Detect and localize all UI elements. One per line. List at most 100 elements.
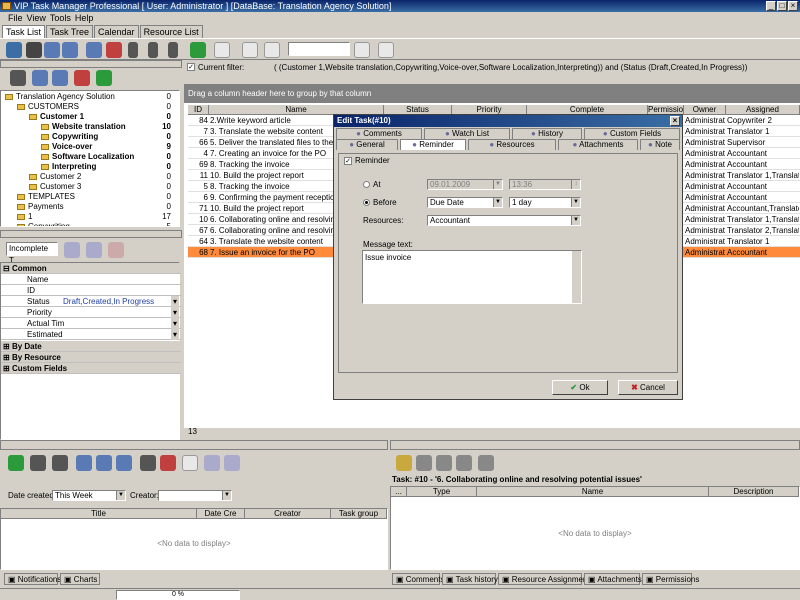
tree-edit-icon[interactable] bbox=[52, 70, 68, 86]
tab-calendar[interactable]: Calendar bbox=[94, 25, 139, 38]
message-textarea[interactable]: Issue invoice bbox=[362, 250, 582, 304]
tree-node[interactable]: Copywriting 0 bbox=[1, 132, 171, 142]
columns-icon[interactable] bbox=[264, 42, 280, 58]
notif-tab[interactable]: ▣ Charts bbox=[60, 573, 100, 585]
prop-group[interactable]: ⊞ By Resource bbox=[1, 352, 181, 363]
detail-add-icon[interactable] bbox=[416, 455, 432, 471]
notif-column-header[interactable]: Title bbox=[1, 509, 197, 519]
detail-search-icon[interactable] bbox=[396, 455, 412, 471]
detail-tab[interactable]: ▣ Permissions bbox=[642, 573, 699, 585]
dialog-tab[interactable]: ● Reminder bbox=[400, 139, 466, 150]
message-scrollbar[interactable] bbox=[572, 251, 581, 303]
tree-filter-icon[interactable] bbox=[10, 70, 26, 86]
assign-icon[interactable] bbox=[86, 42, 102, 58]
dialog-tab[interactable]: ● Resources bbox=[468, 139, 556, 150]
dialog-tab[interactable]: ● Comments bbox=[336, 128, 422, 139]
tree-node[interactable]: Payments 0 bbox=[1, 202, 171, 212]
date-created-select[interactable]: This Week ▼ bbox=[52, 490, 126, 501]
detail-column-header[interactable]: Name bbox=[477, 487, 709, 497]
tab-task-list[interactable]: Task List bbox=[2, 25, 46, 38]
menu-view[interactable]: View bbox=[27, 12, 46, 25]
detail-edit-icon[interactable] bbox=[436, 455, 452, 471]
tree-node[interactable]: Customer 3 0 bbox=[1, 182, 171, 192]
tree-add-icon[interactable] bbox=[32, 70, 48, 86]
move-icon[interactable] bbox=[128, 42, 138, 58]
clear-filter-icon[interactable] bbox=[108, 242, 124, 258]
group-by-area[interactable]: Drag a column header here to group by th… bbox=[184, 84, 800, 103]
before-reference-select[interactable]: Due Date ▼ bbox=[427, 197, 503, 208]
resources-select[interactable]: Accountant ▼ bbox=[427, 215, 581, 226]
export-icon[interactable] bbox=[354, 42, 370, 58]
notif-view-icon[interactable] bbox=[30, 455, 46, 471]
before-radio[interactable]: Before bbox=[363, 198, 397, 208]
minimize-button[interactable]: _ bbox=[766, 1, 776, 11]
dialog-tab[interactable]: ● General bbox=[336, 139, 398, 150]
grid-column-header[interactable]: Owner bbox=[684, 105, 726, 115]
notif-edit-icon[interactable] bbox=[96, 455, 112, 471]
dialog-tab[interactable]: ● Attachments bbox=[558, 139, 638, 150]
detail-tab[interactable]: ▣ Comments bbox=[392, 573, 444, 585]
tab-task-tree[interactable]: Task Tree bbox=[46, 25, 94, 38]
prop-row[interactable]: Estimated ▾ bbox=[1, 329, 181, 340]
refresh-icon[interactable] bbox=[190, 42, 206, 58]
dialog-tab[interactable]: ● Custom Fields bbox=[584, 128, 680, 139]
tree-node[interactable]: Translation Agency Solution 0 bbox=[1, 92, 171, 102]
tree-refresh-icon[interactable] bbox=[96, 70, 112, 86]
prop-group[interactable]: ⊞ Custom Fields bbox=[1, 363, 181, 374]
prop-dropdown-icon[interactable]: ▾ bbox=[171, 296, 179, 307]
dialog-close-button[interactable]: × bbox=[670, 116, 680, 126]
menu-tools[interactable]: Tools bbox=[50, 12, 71, 25]
tree-node[interactable]: CUSTOMERS 0 bbox=[1, 102, 171, 112]
grid-column-header[interactable]: Assigned bbox=[726, 105, 800, 115]
detail-tab[interactable]: ▣ Attachments bbox=[584, 573, 642, 585]
notif-tab[interactable]: ▣ Notifications bbox=[4, 573, 61, 585]
dialog-tab[interactable]: ● Note bbox=[640, 139, 680, 150]
at-date-field[interactable]: 09.01.2009 ▼ bbox=[427, 179, 503, 190]
filter-checkbox[interactable]: ✓ bbox=[187, 63, 195, 71]
prop-dropdown-icon[interactable]: ▾ bbox=[171, 329, 179, 340]
prop-row[interactable]: Name bbox=[1, 274, 181, 285]
notif-delete-icon[interactable] bbox=[160, 455, 176, 471]
task-filter-combo[interactable]: Incomplete T... bbox=[6, 242, 58, 265]
notif-filter2-icon[interactable] bbox=[224, 455, 240, 471]
tree-node[interactable]: Customer 1 0 bbox=[1, 112, 171, 122]
prop-section-common[interactable]: ⊟ Common bbox=[1, 263, 181, 274]
close-button[interactable]: × bbox=[788, 1, 798, 11]
tree-node[interactable]: Customer 2 0 bbox=[1, 172, 171, 182]
delete-view-icon[interactable] bbox=[378, 42, 394, 58]
reminder-checkbox[interactable]: ✓ bbox=[344, 157, 352, 165]
tab-resource-list[interactable]: Resource List bbox=[139, 25, 203, 38]
add-task-icon[interactable] bbox=[6, 42, 22, 58]
grid-column-header[interactable]: ID bbox=[188, 105, 209, 115]
notif-view2-icon[interactable] bbox=[52, 455, 68, 471]
menu-help[interactable]: Help bbox=[75, 12, 94, 25]
view-combo[interactable] bbox=[288, 42, 350, 56]
filter-icon[interactable] bbox=[26, 42, 42, 58]
notif-column-header[interactable]: Creator bbox=[245, 509, 331, 519]
prop-row[interactable]: Priority ▾ bbox=[1, 307, 181, 318]
tree-node[interactable]: Voice-over 9 bbox=[1, 142, 171, 152]
prop-row[interactable]: Status Draft,Created,In Progress ▾ bbox=[1, 296, 181, 307]
dialog-tab[interactable]: ● History bbox=[512, 128, 582, 139]
detail-tab[interactable]: ▣ Resource Assignment bbox=[498, 573, 590, 585]
detail-column-header[interactable]: Description bbox=[709, 487, 799, 497]
prop-row[interactable]: Actual Tim ▾ bbox=[1, 318, 181, 329]
notif-columns-icon[interactable] bbox=[182, 455, 198, 471]
notif-add-icon[interactable] bbox=[76, 455, 92, 471]
detail-column-header[interactable]: Type bbox=[407, 487, 477, 497]
detail-tab[interactable]: ▣ Task history bbox=[442, 573, 498, 585]
ok-button[interactable]: ✔ Ok bbox=[552, 380, 608, 395]
tree-node[interactable]: Software Localization 0 bbox=[1, 152, 171, 162]
tree-node[interactable]: 1 17 bbox=[1, 212, 171, 222]
tree-node[interactable]: Interpreting 0 bbox=[1, 162, 171, 172]
task-props-icon[interactable] bbox=[62, 42, 78, 58]
at-radio[interactable]: At bbox=[363, 180, 381, 190]
detail-column-header[interactable]: ... bbox=[391, 487, 407, 497]
tree-node[interactable]: TEMPLATES 0 bbox=[1, 192, 171, 202]
detail-user-icon[interactable] bbox=[456, 455, 472, 471]
notif-column-header[interactable]: Date Cre bbox=[197, 509, 245, 519]
print-icon[interactable] bbox=[214, 42, 230, 58]
detail-lock-icon[interactable] bbox=[478, 455, 494, 471]
prop-row[interactable]: ID bbox=[1, 285, 181, 296]
apply-filter-icon[interactable] bbox=[64, 242, 80, 258]
